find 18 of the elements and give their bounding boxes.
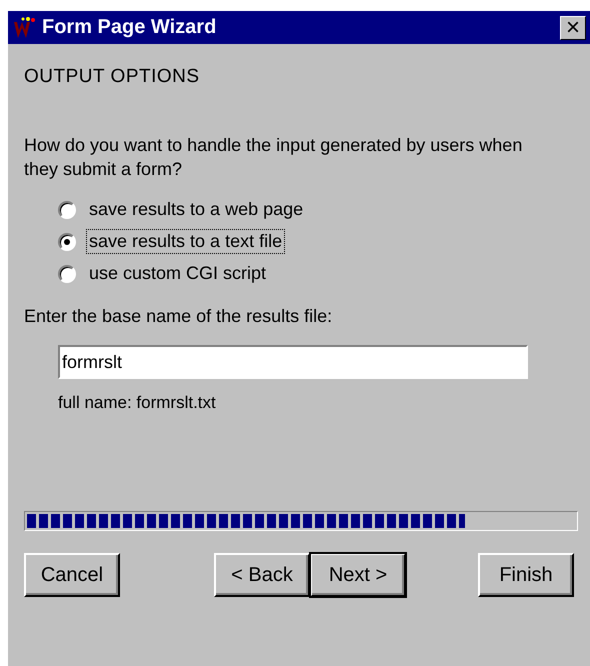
- field-label: Enter the base name of the results file:: [24, 306, 334, 327]
- full-name-text: full name: formrslt.txt: [58, 393, 217, 413]
- wizard-button[interactable]: Finish: [478, 553, 574, 597]
- base-name-field[interactable]: formrslt: [58, 345, 528, 379]
- wizard-button[interactable]: Next >: [310, 553, 406, 597]
- radio-button[interactable]: [58, 200, 76, 218]
- radio-label[interactable]: save results to a text file: [86, 229, 286, 254]
- radio-label[interactable]: save results to a web page: [86, 197, 306, 222]
- radio-button[interactable]: [58, 232, 76, 250]
- wizard-button[interactable]: < Back: [214, 553, 310, 597]
- radio-label[interactable]: use custom CGI script: [86, 261, 270, 286]
- wizard-logo-icon: [12, 16, 36, 40]
- page-heading: OUTPUT OPTIONS: [24, 66, 201, 88]
- close-button[interactable]: ×: [560, 16, 586, 40]
- window-title: Form Page Wizard: [42, 16, 218, 39]
- question-text: How do you want to handle the input generated by users when they submit a form?: [24, 134, 524, 181]
- wizard-button[interactable]: Cancel: [24, 553, 120, 597]
- radio-button[interactable]: [58, 264, 76, 282]
